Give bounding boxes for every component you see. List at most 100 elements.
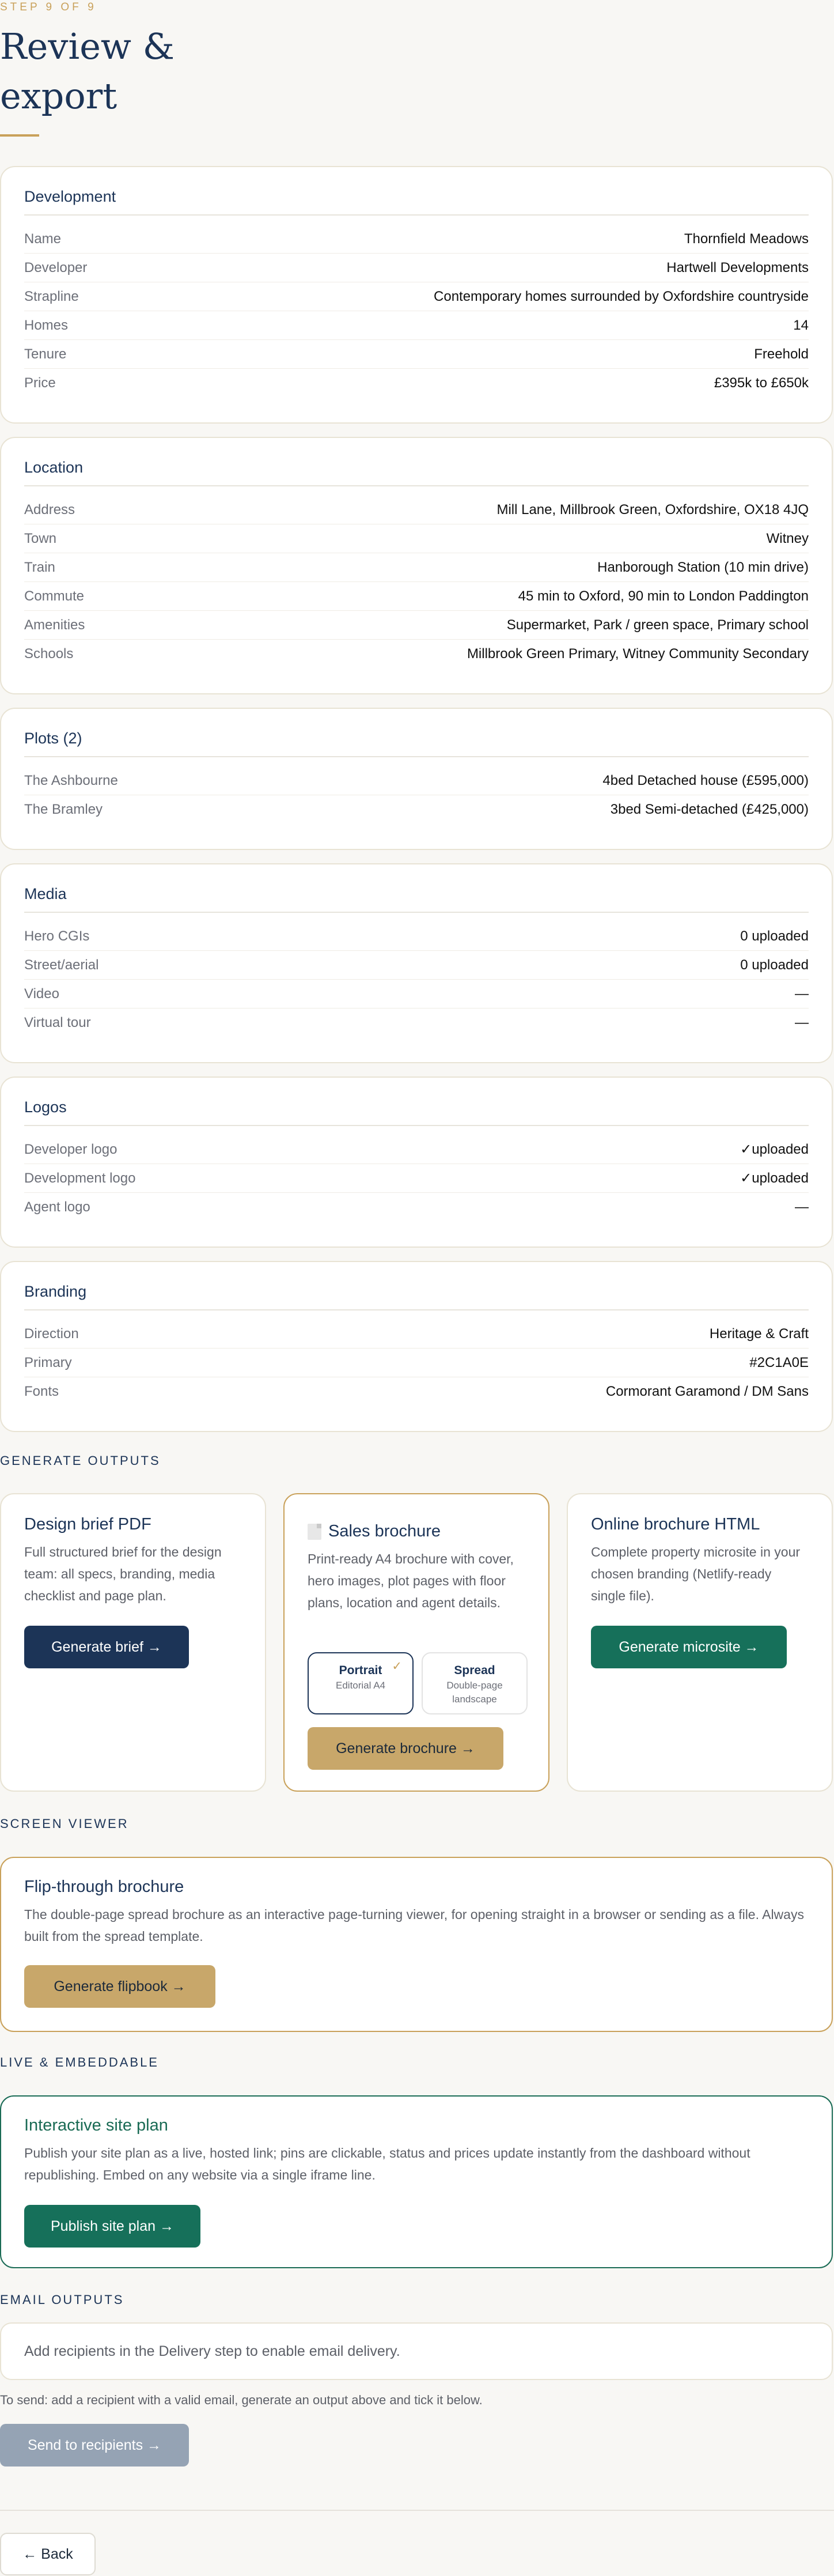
card-title: Development	[24, 167, 809, 216]
option-name: Spread	[454, 1664, 495, 1677]
row-label: Virtual tour	[24, 1015, 91, 1030]
row-value: Witney	[766, 530, 809, 546]
online-brochure-card: Online brochure HTML Complete property m…	[567, 1493, 833, 1792]
card-title: Media	[24, 864, 809, 913]
row-value: Millbrook Green Primary, Witney Communit…	[467, 646, 809, 662]
kv-row: Town Witney	[24, 524, 809, 553]
row-value: Freehold	[754, 346, 809, 362]
design-brief-description: Full structured brief for the design tea…	[24, 1544, 222, 1603]
card-title: Location	[24, 438, 809, 486]
row-value: 4bed Detached house (£595,000)	[602, 772, 809, 788]
plots-card: Plots (2) The Ashbourne 4bed Detached hou…	[0, 708, 833, 850]
generate-flipbook-button[interactable]: Generate flipbook →	[24, 1965, 215, 2008]
back-button[interactable]: ← Back	[0, 2533, 96, 2575]
kv-row: The Bramley 3bed Semi-detached (£425,000)	[24, 795, 809, 824]
publish-site-plan-button[interactable]: Publish site plan →	[24, 2205, 200, 2248]
row-label: Homes	[24, 317, 69, 333]
location-rows: Address Mill Lane, Millbrook Green, Oxfor…	[24, 486, 809, 668]
option-subtitle: Double-page landscape	[446, 1680, 503, 1705]
row-value: Supermarket, Park / green space, Primary…	[506, 617, 809, 633]
row-label: Train	[24, 559, 55, 575]
logos-card: Logos Developer logo ✓uploaded Developmen…	[0, 1077, 833, 1248]
row-value: 14	[793, 317, 809, 333]
location-card: Location Address Mill Lane, Millbrook Gre…	[0, 437, 833, 694]
format-option-spread[interactable]: Spread Double-page landscape	[422, 1652, 528, 1714]
send-to-recipients-button[interactable]: Send to recipients →	[0, 2424, 189, 2467]
kv-row: Commute 45 min to Oxford, 90 min to Londo…	[24, 582, 809, 611]
kv-row: Street/aerial 0 uploaded	[24, 951, 809, 980]
row-value: 45 min to Oxford, 90 min to London Paddi…	[518, 588, 809, 604]
kv-row: Developer Hartwell Developments	[24, 254, 809, 282]
sales-brochure-header: Sales brochure	[308, 1522, 525, 1541]
kv-row: Tenure Freehold	[24, 340, 809, 369]
row-value: Contemporary homes surrounded by Oxfords…	[434, 288, 809, 304]
page-title: Review & export	[0, 25, 175, 117]
sales-brochure-description: Print-ready A4 brochure with cover, hero…	[308, 1551, 514, 1610]
document-icon	[308, 1523, 321, 1540]
flipbook-title: Flip-through brochure	[24, 1878, 184, 1896]
site-plan-card: Interactive site plan Publish your site …	[0, 2095, 833, 2268]
kv-row: The Ashbourne 4bed Detached house (£595,0…	[24, 766, 809, 795]
kv-row: Amenities Supermarket, Park / green space…	[24, 611, 809, 640]
row-label: Price	[24, 375, 56, 391]
sales-brochure-card: Sales brochure Print-ready A4 brochure w…	[283, 1493, 549, 1792]
row-label: Developer logo	[24, 1141, 117, 1157]
generate-brief-button[interactable]: Generate brief →	[24, 1626, 189, 1668]
kv-row: Price £395k to £650k	[24, 369, 809, 398]
screen-viewer-heading: SCREEN VIEWER	[0, 1816, 129, 1831]
card-title: Logos	[24, 1078, 809, 1126]
row-value: Hartwell Developments	[666, 259, 809, 275]
row-value: 0 uploaded	[740, 928, 809, 944]
kv-row: Developer logo ✓uploaded	[24, 1135, 809, 1164]
row-value: 0 uploaded	[740, 957, 809, 973]
row-value: ✓uploaded	[740, 1170, 809, 1186]
online-brochure-description: Complete property microsite in your chos…	[591, 1544, 801, 1603]
email-outputs-heading: EMAIL OUTPUTS	[0, 2292, 124, 2307]
row-value: Cormorant Garamond / DM Sans	[605, 1384, 809, 1399]
kv-row: Name Thornfield Meadows	[24, 225, 809, 254]
row-value: 3bed Semi-detached (£425,000)	[610, 802, 809, 817]
generate-brochure-button[interactable]: Generate brochure →	[308, 1727, 503, 1770]
kv-row: Direction Heritage & Craft	[24, 1320, 809, 1349]
kv-row: Address Mill Lane, Millbrook Green, Oxfor…	[24, 496, 809, 524]
email-notice: Add recipients in the Delivery step to e…	[0, 2322, 833, 2380]
row-label: Commute	[24, 588, 85, 604]
card-title: Branding	[24, 1262, 809, 1310]
generate-outputs-heading: GENERATE OUTPUTS	[0, 1453, 161, 1468]
row-label: Street/aerial	[24, 957, 99, 973]
row-label: Name	[24, 231, 62, 247]
step-indicator: STEP 9 OF 9	[0, 1, 97, 13]
check-icon: ✓	[392, 1660, 402, 1673]
live-embeddable-heading: LIVE & EMBEDDABLE	[0, 2055, 159, 2069]
row-value: —	[795, 1015, 809, 1030]
kv-row: Homes 14	[24, 311, 809, 340]
row-label: Developer	[24, 259, 88, 275]
kv-row: Strapline Contemporary homes surrounded b…	[24, 282, 809, 311]
row-value: —	[795, 1199, 809, 1215]
row-value: ✓uploaded	[740, 1142, 809, 1157]
row-value: Mill Lane, Millbrook Green, Oxfordshire,…	[496, 501, 809, 518]
site-plan-description: Publish your site plan as a live, hosted…	[24, 2146, 750, 2182]
media-rows: Hero CGIs 0 uploaded Street/aerial 0 uploa…	[24, 913, 809, 1037]
kv-row: Fonts Cormorant Garamond / DM Sans	[24, 1377, 809, 1406]
title-underline	[0, 134, 39, 137]
row-label: Agent logo	[24, 1199, 90, 1215]
row-label: Hero CGIs	[24, 928, 90, 944]
kv-row: Hero CGIs 0 uploaded	[24, 922, 809, 951]
flipbook-card: Flip-through brochure The double-page sp…	[0, 1857, 833, 2032]
footer-divider	[0, 2510, 834, 2511]
row-label: Strapline	[24, 288, 79, 304]
logos-rows: Developer logo ✓uploaded Development logo…	[24, 1126, 809, 1222]
generate-microsite-button[interactable]: Generate microsite →	[591, 1626, 787, 1668]
card-title: Plots (2)	[24, 709, 809, 757]
site-plan-title: Interactive site plan	[24, 2116, 168, 2135]
row-label: Amenities	[24, 617, 85, 633]
kv-row: Primary #2C1A0E	[24, 1349, 809, 1377]
row-label: Fonts	[24, 1384, 59, 1399]
media-card: Media Hero CGIs 0 uploaded Street/aerial 0…	[0, 863, 833, 1063]
row-label: Development logo	[24, 1170, 136, 1186]
row-value: Hanborough Station (10 min drive)	[597, 559, 809, 575]
design-brief-card: Design brief PDF Full structured brief f…	[0, 1493, 266, 1792]
row-value: Heritage & Craft	[709, 1325, 809, 1342]
format-option-portrait[interactable]: ✓ Portrait Editorial A4	[308, 1652, 414, 1714]
